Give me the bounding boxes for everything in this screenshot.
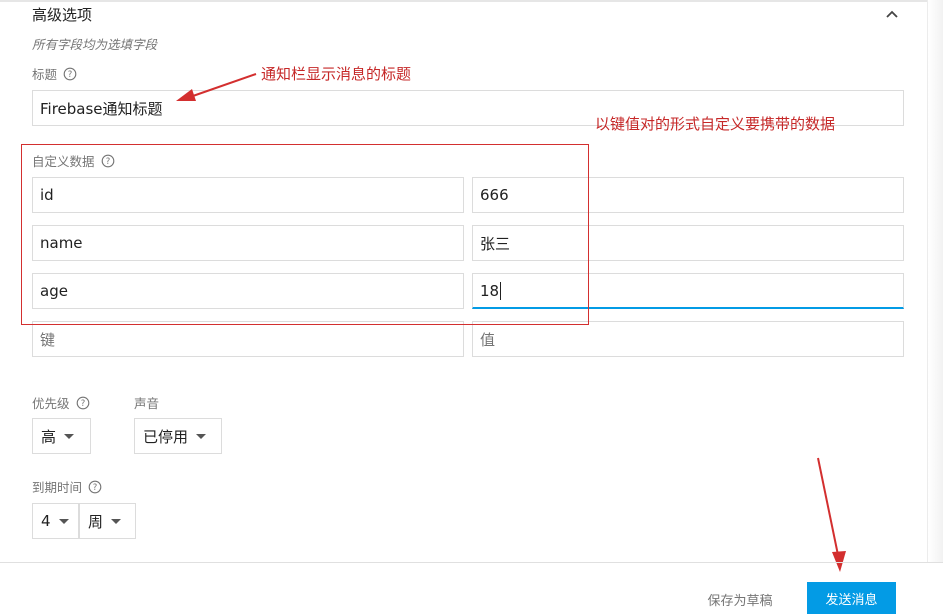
svg-text:?: ? bbox=[93, 483, 98, 493]
help-icon[interactable]: ? bbox=[88, 480, 102, 494]
sound-value: 已停用 bbox=[143, 427, 189, 446]
top-divider bbox=[0, 0, 943, 2]
chevron-up-icon[interactable] bbox=[882, 4, 902, 24]
title-label: 标题 ? bbox=[32, 64, 77, 83]
priority-value: 高 bbox=[41, 427, 57, 446]
section-title: 高级选项 bbox=[32, 6, 93, 24]
priority-label-text: 优先级 bbox=[32, 396, 70, 411]
custom-data-value-input[interactable]: 值 bbox=[472, 321, 904, 357]
help-icon[interactable]: ? bbox=[76, 396, 90, 410]
expiry-label-text: 到期时间 bbox=[32, 480, 83, 495]
expiry-unit-value: 周 bbox=[88, 512, 104, 531]
dropdown-arrow-icon bbox=[111, 518, 122, 524]
expiry-amount-select[interactable]: 4 bbox=[32, 503, 79, 539]
title-label-text: 标题 bbox=[32, 67, 58, 82]
sound-select[interactable]: 已停用 bbox=[134, 418, 222, 454]
help-icon[interactable]: ? bbox=[63, 67, 77, 81]
save-draft-button[interactable]: 保存为草稿 bbox=[690, 584, 790, 614]
annotation-data-note: 以键值对的形式自定义要携带的数据 bbox=[595, 115, 836, 133]
title-input-value: Firebase通知标题 bbox=[40, 99, 163, 118]
section-subtitle: 所有字段均为选填字段 bbox=[32, 37, 158, 52]
annotation-title-note: 通知栏显示消息的标题 bbox=[261, 65, 412, 83]
expiry-amount-value: 4 bbox=[41, 512, 51, 530]
svg-text:?: ? bbox=[80, 399, 85, 409]
sound-label: 声音 bbox=[134, 393, 159, 412]
scrollbar-track[interactable] bbox=[927, 0, 943, 562]
dropdown-arrow-icon bbox=[64, 433, 75, 439]
dropdown-arrow-icon bbox=[58, 518, 69, 524]
sound-label-text: 声音 bbox=[134, 396, 160, 411]
custom-data-key-input[interactable]: 键 bbox=[32, 321, 464, 357]
priority-label: 优先级 ? bbox=[32, 393, 90, 412]
key-placeholder: 键 bbox=[40, 330, 56, 349]
footer-divider bbox=[0, 562, 943, 563]
send-message-button[interactable]: 发送消息 bbox=[807, 582, 896, 614]
arrow-to-send-icon bbox=[817, 457, 846, 572]
value-placeholder: 值 bbox=[480, 330, 496, 349]
annotation-highlight-box bbox=[21, 144, 589, 325]
dropdown-arrow-icon bbox=[196, 433, 207, 439]
priority-select[interactable]: 高 bbox=[32, 418, 91, 454]
expiry-unit-select[interactable]: 周 bbox=[79, 503, 136, 539]
expiry-label: 到期时间 ? bbox=[32, 477, 102, 496]
svg-text:?: ? bbox=[68, 70, 73, 80]
